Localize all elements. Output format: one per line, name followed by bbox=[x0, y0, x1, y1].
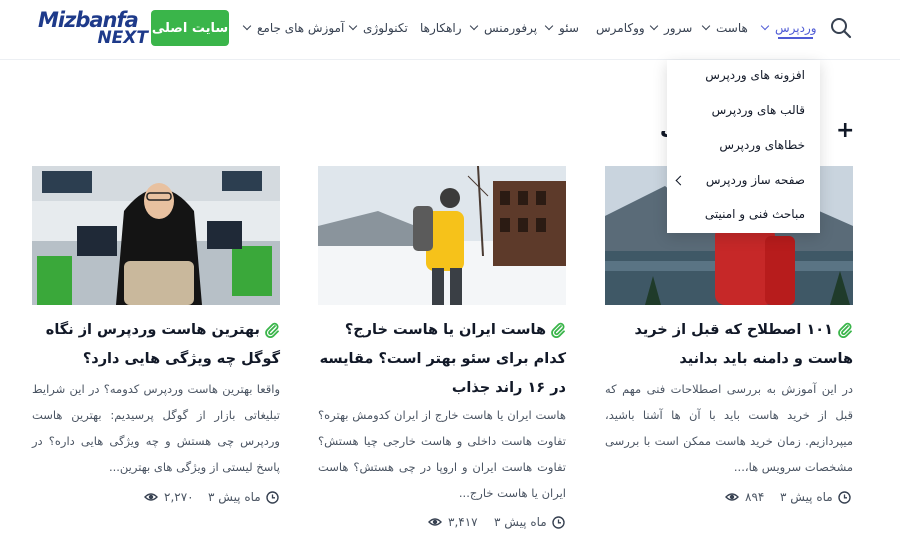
post-title[interactable]: بهترین هاست وردپرس از نگاه گوگل چه ویژگی… bbox=[32, 316, 280, 374]
post-title-text: ۱۰۱ اصطلاح که قبل از خرید هاست و دامنه ب… bbox=[634, 322, 853, 367]
dropdown-item-themes[interactable]: قالب های وردپرس bbox=[712, 103, 805, 117]
chevron-left-icon bbox=[675, 175, 686, 186]
search-icon[interactable] bbox=[830, 17, 852, 39]
post-meta: ۲,۲۷۰ bbox=[144, 488, 194, 506]
nav-label: هاست bbox=[716, 21, 748, 35]
chevron-down-icon bbox=[649, 21, 659, 31]
clock-icon bbox=[838, 490, 851, 504]
paperclip-icon bbox=[265, 322, 279, 338]
dropdown-item-page-builders[interactable]: صفحه ساز وردپرس bbox=[706, 173, 805, 187]
nav-item-seo[interactable]: سئو bbox=[544, 18, 579, 38]
post-thumbnail[interactable] bbox=[32, 166, 280, 305]
post-date: ۳ ماه پیش bbox=[208, 488, 279, 506]
wordpress-dropdown-menu: افزونه های وردپرس قالب های وردپرس خطاهای… bbox=[667, 60, 820, 233]
main-site-button[interactable]: سایت اصلی bbox=[151, 10, 229, 46]
nav-item-woocommerce[interactable]: ووکامرس bbox=[596, 18, 645, 38]
post-time: ۳ ماه پیش bbox=[780, 490, 833, 504]
chevron-down-icon bbox=[701, 21, 711, 31]
site-header: Mizbanfa NEXT سایت اصلی آموزش های جامع ت… bbox=[0, 0, 900, 60]
post-thumbnail[interactable] bbox=[318, 166, 566, 305]
post-date: ۳ ماه پیش bbox=[494, 513, 565, 531]
clock-icon bbox=[266, 490, 279, 504]
post-time: ۳ ماه پیش bbox=[494, 515, 547, 529]
chevron-down-icon bbox=[348, 21, 358, 31]
views-count: ۸۹۴ bbox=[745, 490, 765, 504]
paperclip-icon bbox=[551, 322, 565, 338]
clock-icon bbox=[552, 515, 565, 529]
logo-next: NEXT bbox=[97, 28, 148, 48]
nav-label: تکنولوژی bbox=[363, 21, 408, 35]
dropdown-item-security[interactable]: مباحث فنی و امنیتی bbox=[705, 207, 805, 221]
nav-item-host[interactable]: هاست bbox=[701, 18, 748, 38]
nav-label: راهکارها bbox=[420, 21, 462, 35]
dropdown-item-plugins[interactable]: افزونه های وردپرس bbox=[705, 68, 805, 82]
nav-item-technology[interactable]: تکنولوژی bbox=[348, 18, 408, 38]
post-title[interactable]: ۱۰۱ اصطلاح که قبل از خرید هاست و دامنه ب… bbox=[605, 316, 853, 374]
plus-icon: + bbox=[836, 118, 855, 143]
eye-icon bbox=[144, 493, 158, 501]
nav-item-solutions[interactable]: راهکارها bbox=[420, 18, 462, 38]
chevron-down-icon bbox=[242, 21, 252, 31]
post-meta: ۸۹۴ bbox=[725, 488, 764, 506]
chevron-down-icon bbox=[469, 21, 479, 31]
dropdown-item-errors[interactable]: خطاهای وردپرس bbox=[719, 138, 805, 152]
post-title-text: بهترین هاست وردپرس از نگاه گوگل چه ویژگی… bbox=[45, 322, 280, 367]
nav-label: سرور bbox=[664, 21, 693, 35]
nav-label: پرفورمنس bbox=[484, 21, 538, 35]
post-date: ۳ ماه پیش bbox=[780, 488, 851, 506]
eye-icon bbox=[725, 493, 739, 501]
nav-item-wordpress[interactable]: وردپرس bbox=[760, 18, 817, 38]
post-time: ۳ ماه پیش bbox=[208, 490, 261, 504]
nav-item-server[interactable]: سرور bbox=[649, 18, 693, 38]
post-title[interactable]: هاست ایران یا هاست خارج؟ کدام برای سئو ب… bbox=[318, 316, 566, 403]
nav-label: وردپرس bbox=[775, 21, 817, 35]
nav-label: آموزش های جامع bbox=[257, 21, 345, 35]
post-excerpt: در این آموزش به بررسی اصطلاحات فنی مهم ک… bbox=[605, 382, 853, 474]
post-title-text: هاست ایران یا هاست خارج؟ کدام برای سئو ب… bbox=[319, 322, 566, 396]
active-nav-underline bbox=[778, 37, 813, 39]
post-excerpt: هاست ایران یا هاست خارج از ایران کدومش ب… bbox=[318, 408, 566, 500]
chevron-down-icon bbox=[544, 21, 554, 31]
views-count: ۳,۴۱۷ bbox=[448, 515, 478, 529]
nav-item-performance[interactable]: پرفورمنس bbox=[469, 18, 538, 38]
eye-icon bbox=[428, 518, 442, 526]
nav-item-comprehensive-tutorials[interactable]: آموزش های جامع bbox=[242, 18, 345, 38]
post-excerpt: واقعا بهترین هاست وردپرس کدومه؟ در این ش… bbox=[32, 382, 280, 474]
nav-label: ووکامرس bbox=[596, 21, 645, 35]
nav-label: سئو bbox=[559, 21, 579, 35]
paperclip-icon bbox=[838, 322, 852, 338]
chevron-down-icon bbox=[760, 21, 770, 31]
site-logo[interactable]: Mizbanfa NEXT bbox=[38, 8, 148, 48]
post-meta: ۳,۴۱۷ bbox=[428, 513, 478, 531]
views-count: ۲,۲۷۰ bbox=[164, 490, 194, 504]
